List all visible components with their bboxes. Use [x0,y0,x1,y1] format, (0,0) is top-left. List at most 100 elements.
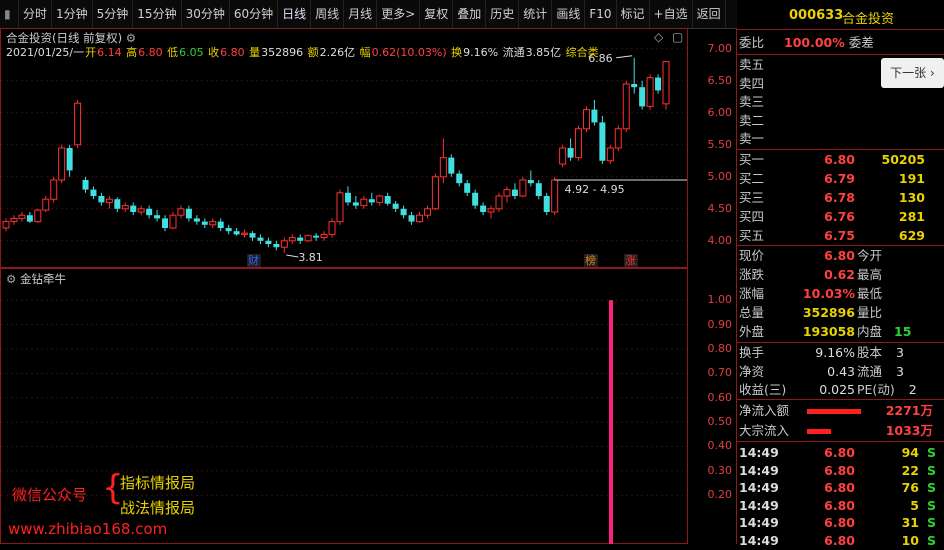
tick-time: 14:49 [739,462,779,478]
candle [408,212,415,225]
tick-row: 14:49 6.80 22 S [739,462,936,480]
candle [646,74,654,110]
tag-bang[interactable]: 榜 [585,253,596,267]
stat2-right-label: PE(动) [857,382,895,397]
toolbar-item-16[interactable]: 标记 [617,0,650,28]
stock-name: 合金投资 [842,12,895,27]
next-page-button[interactable]: 下一张 › [881,58,944,88]
tick-volume: 94 [901,445,919,460]
window-toggle-icon[interactable]: ▢ [672,30,683,44]
toolbar-item-15[interactable]: F10 [585,0,617,28]
indicator-name: 金钻牵牛 [19,272,66,286]
buy-row[interactable]: 买一 6.80 50205 [739,151,925,169]
indicator-tick-label: 1.00 [707,293,733,307]
float-value: 3.85亿 [525,46,562,59]
buy-label: 买四 [739,209,765,224]
toolbar-item-6[interactable]: 日线 [278,0,312,28]
toolbar-item-18[interactable]: 返回 [693,0,726,28]
sell-row[interactable]: 卖二 [739,112,764,130]
candle [280,237,288,253]
candle [368,192,375,206]
toolbar-item-10[interactable]: 复权 [420,0,454,28]
chevron-right-icon: › [930,66,935,80]
range-label: 4.92 - 4.95 [565,183,625,196]
sell-row[interactable]: 卖五 [739,56,764,74]
toolbar-item-4[interactable]: 30分钟 [182,0,230,28]
tick-time: 14:49 [739,515,779,530]
candle [582,106,590,132]
candle [480,202,487,216]
sell-row[interactable]: 卖四 [739,75,764,93]
toolbar-item-5[interactable]: 60分钟 [230,0,279,28]
buy-price: 6.76 [824,209,855,224]
candle [58,144,66,184]
candle [328,218,336,238]
toolbar-item-0[interactable]: 分时 [19,0,53,28]
diamond-icon[interactable]: ◇ [654,30,663,44]
low-mark-arrow [286,254,299,258]
chart-title: 合金投资(日线 前复权) [6,31,123,45]
indicator-gear-icon[interactable]: ⚙ [6,272,16,286]
tick-side: S [927,480,937,495]
toolbar-item-13[interactable]: 统计 [519,0,553,28]
kline-chart[interactable]: 4.92 - 4.956.863.81财榜涨 [0,28,688,268]
candle [265,237,272,248]
sell-row[interactable]: 卖三 [739,93,764,111]
stat-right-label: 最高 [857,267,883,282]
stat2-value: 0.43 [827,363,855,379]
stat2-label: 收益(三) [739,382,787,397]
sell-row[interactable]: 卖一 [739,130,764,148]
candle [177,205,185,219]
tick-volume: 76 [901,480,919,495]
flow-row: 净流入额 2271万 [739,402,939,420]
stat-label: 外盘 [739,324,765,339]
candle [66,144,73,177]
flow-label: 净流入额 [739,403,790,418]
toolbar-item-7[interactable]: 周线 [311,0,345,28]
tick-side: S [927,532,937,548]
toolbar-item-2[interactable]: 5分钟 [93,0,134,28]
buy-row[interactable]: 买三 6.78 130 [739,189,925,207]
candle [519,176,527,198]
stat2-row: 换手 9.16% 股本 3 [739,344,904,362]
candle [487,205,495,219]
toolbar-item-14[interactable]: 画线 [552,0,586,28]
indicator-tick-label: 0.60 [707,390,733,404]
buy-row[interactable]: 买五 6.75 629 [739,227,925,245]
stat2-row: 收益(三) 0.025 PE(动) 2 [739,381,917,399]
stat-label: 涨幅 [739,286,765,301]
candle [567,138,574,161]
candle [662,61,670,110]
date-text: 2021/01/25/一 [6,46,85,59]
candle [18,212,26,222]
toolbar-item-11[interactable]: 叠加 [453,0,487,28]
stat-label: 总量 [739,305,765,320]
toolbar-item-8[interactable]: 月线 [344,0,378,28]
buy-label: 买二 [739,171,765,186]
tick-time: 14:49 [739,445,779,460]
candle [360,196,368,209]
settings-gear-icon[interactable]: ⚙ [126,31,136,45]
candle [114,197,121,212]
candle [606,144,614,164]
tick-row: 14:49 6.80 10 S [739,532,936,550]
candle [464,180,471,196]
tag-cai[interactable]: 财 [248,253,259,267]
buy-row[interactable]: 买四 6.76 281 [739,208,925,226]
toolbar-item-12[interactable]: 历史 [486,0,520,28]
toolbar-item-1[interactable]: 1分钟 [52,0,93,28]
toolbar-item-3[interactable]: 15分钟 [133,0,182,28]
toolbar-item-9[interactable]: 更多> [377,0,421,28]
stat-row: 现价 6.80 今开 [739,247,882,265]
period-toolbar: ▮ 分时 1分钟 5分钟 15分钟 30分钟 60分钟 日线 周线 月线 更多> 复权 叠加 历史 统计画… [0,0,737,29]
toolbar-item-17[interactable]: +自选 [650,0,693,28]
candle [599,116,606,164]
tick-volume: 22 [901,462,919,478]
price-tick-label: 5.00 [707,169,733,183]
buy-row[interactable]: 买二 6.79 191 [739,170,925,188]
tag-zhang[interactable]: 涨 [625,254,636,267]
tick-price: 6.80 [824,497,855,513]
candle [233,228,240,236]
candle [415,212,423,223]
candle [257,234,264,244]
